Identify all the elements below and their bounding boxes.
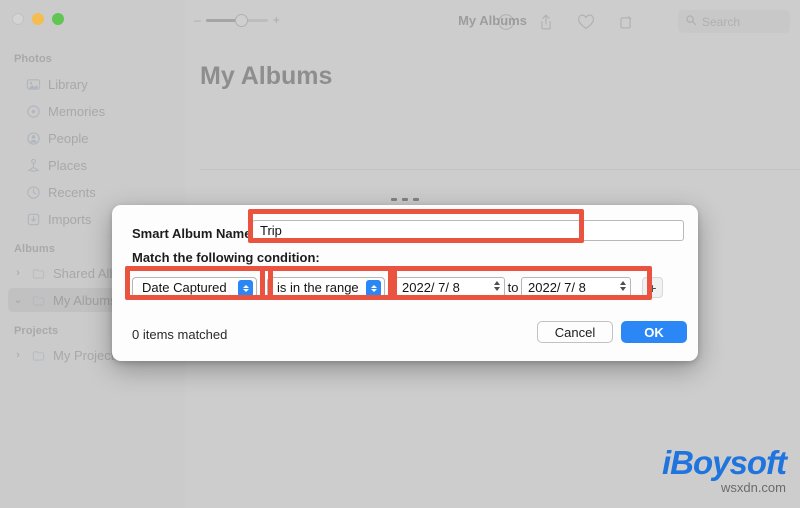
rotate-icon[interactable]	[615, 11, 637, 33]
album-icon	[31, 348, 46, 363]
chevron-right-icon[interactable]: ›	[12, 349, 24, 361]
date-from-field[interactable]: 2022/ 7/ 8	[395, 277, 505, 298]
condition-field-popup[interactable]: Date Captured	[132, 277, 257, 298]
condition-field-value: Date Captured	[142, 280, 227, 295]
watermark-brand: iBoysoft	[662, 444, 787, 481]
sidebar-item-people[interactable]: People	[8, 126, 178, 150]
maximize-window-button[interactable]	[52, 13, 64, 25]
memories-icon	[26, 104, 41, 119]
chevron-updown-icon[interactable]	[238, 280, 253, 297]
search-input[interactable]: Search	[678, 10, 790, 33]
sidebar-section-albums: Albums	[14, 243, 55, 255]
date-from-value: 2022/ 7/ 8	[402, 280, 460, 295]
smart-album-name-input[interactable]: Trip	[252, 220, 684, 241]
items-matched-status: 0 items matched	[132, 327, 228, 342]
sidebar-item-recents[interactable]: Recents	[8, 180, 178, 204]
cancel-button[interactable]: Cancel	[537, 321, 613, 343]
imports-icon	[26, 212, 41, 227]
sidebar-item-label: Memories	[48, 103, 106, 119]
watermark-site: wsxdn.com	[720, 480, 786, 495]
date-range-separator: to	[507, 280, 519, 295]
date-to-stepper[interactable]	[620, 281, 626, 291]
condition-operator-value: is in the range	[277, 280, 359, 295]
sidebar-item-label: Library	[48, 76, 88, 92]
content-divider	[200, 169, 800, 170]
sidebar-item-label: Recents	[48, 184, 96, 200]
photos-app-window: Photos Library Memories People Places Re…	[0, 0, 800, 508]
date-to-field[interactable]: 2022/ 7/ 8	[521, 277, 631, 298]
share-icon[interactable]	[535, 11, 557, 33]
sidebar-item-label: Places	[48, 157, 88, 173]
chevron-down-icon[interactable]: ⌄	[12, 294, 24, 306]
sidebar-item-places[interactable]: Places	[8, 153, 178, 177]
date-from-stepper[interactable]	[494, 281, 500, 291]
album-icon	[31, 293, 46, 308]
close-window-button[interactable]	[12, 13, 24, 25]
zoom-in-label[interactable]: +	[273, 14, 280, 26]
favorite-heart-icon[interactable]	[575, 11, 597, 33]
search-icon	[685, 13, 697, 31]
sidebar-section-photos: Photos	[14, 53, 52, 65]
zoom-slider-track[interactable]	[205, 13, 268, 27]
zoom-slider-knob[interactable]	[235, 13, 249, 27]
recents-icon	[26, 185, 41, 200]
people-icon	[26, 131, 41, 146]
toolbar: – + My Albums Search	[185, 0, 800, 44]
zoom-slider[interactable]: – +	[194, 13, 280, 27]
add-rule-button[interactable]: +	[642, 277, 663, 298]
window-traffic-lights	[12, 13, 64, 25]
sidebar-item-label: People	[48, 130, 89, 146]
date-to-value: 2022/ 7/ 8	[528, 280, 586, 295]
search-placeholder: Search	[702, 14, 741, 29]
match-condition-label: Match the following condition:	[132, 250, 320, 265]
sidebar-section-projects: Projects	[14, 325, 59, 337]
zoom-out-label[interactable]: –	[194, 14, 201, 26]
chevron-updown-icon[interactable]	[366, 280, 381, 297]
album-icon	[31, 266, 46, 281]
dialog-grabber-icon[interactable]	[391, 198, 419, 201]
info-icon[interactable]	[495, 11, 517, 33]
sidebar-item-label: My Albums	[53, 292, 117, 308]
sidebar-item-label: Imports	[48, 211, 92, 227]
smart-album-name-label: Smart Album Name:	[132, 226, 256, 241]
minimize-window-button[interactable]	[32, 13, 44, 25]
library-icon	[26, 77, 41, 92]
sidebar-item-label: My Projects	[53, 347, 121, 363]
places-icon	[26, 158, 41, 173]
ok-button[interactable]: OK	[621, 321, 687, 343]
sidebar-item-library[interactable]: Library	[8, 72, 178, 96]
watermark: iBoysoft wsxdn.com	[662, 444, 787, 495]
sidebar-item-memories[interactable]: Memories	[8, 99, 178, 123]
chevron-right-icon[interactable]: ›	[12, 267, 24, 279]
smart-album-dialog: Smart Album Name: Trip Match the followi…	[112, 198, 698, 361]
page-title: My Albums	[200, 62, 333, 90]
condition-operator-popup[interactable]: is in the range	[267, 277, 385, 298]
